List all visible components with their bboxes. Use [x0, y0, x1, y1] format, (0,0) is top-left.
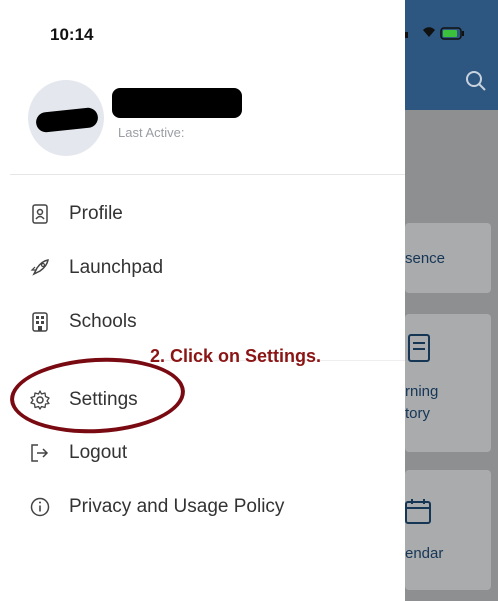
building-icon [30, 312, 50, 332]
rocket-icon [30, 258, 50, 278]
menu-item-label: Profile [69, 203, 123, 224]
calendar-card-label: endar [405, 545, 444, 562]
menu-item-label: Privacy and Usage Policy [69, 496, 285, 517]
profile-icon [30, 204, 50, 224]
learning-history-card-label-line2: tory [405, 405, 431, 422]
menu-item-logout[interactable]: Logout [30, 438, 127, 468]
book-icon [408, 334, 430, 362]
status-icons [405, 22, 498, 42]
menu-item-label: Schools [69, 311, 137, 332]
background-app: sence rning tory endar [405, 0, 498, 601]
attendance-card[interactable]: sence [405, 223, 491, 293]
avatar-redaction [35, 106, 99, 134]
avatar[interactable] [28, 80, 104, 156]
calendar-icon [405, 499, 431, 524]
menu-item-profile[interactable]: Profile [30, 199, 123, 229]
background-app-header [405, 0, 498, 110]
attendance-card-label: sence [405, 250, 446, 267]
divider [10, 174, 405, 175]
learning-history-card[interactable]: rning tory [405, 314, 491, 452]
status-time: 10:14 [50, 25, 94, 44]
menu-item-schools[interactable]: Schools [30, 307, 137, 337]
search-icon[interactable] [465, 70, 487, 92]
navigation-drawer: 10:14 Last Active: Profile Launchpad Sch… [0, 0, 405, 601]
info-icon [30, 497, 50, 517]
annotation-circle [8, 353, 187, 438]
menu-item-launchpad[interactable]: Launchpad [30, 253, 163, 283]
menu-item-label: Logout [69, 442, 128, 463]
user-name-redacted [112, 88, 242, 118]
logout-icon [30, 443, 50, 463]
last-active-label: Last Active: [118, 125, 185, 140]
menu-item-label: Launchpad [69, 257, 164, 278]
menu-item-privacy-policy[interactable]: Privacy and Usage Policy [30, 492, 284, 522]
annotation-text: 2. Click on Settings. [150, 346, 322, 366]
calendar-card[interactable]: endar [405, 470, 491, 590]
learning-history-card-label-line1: rning [405, 383, 439, 400]
